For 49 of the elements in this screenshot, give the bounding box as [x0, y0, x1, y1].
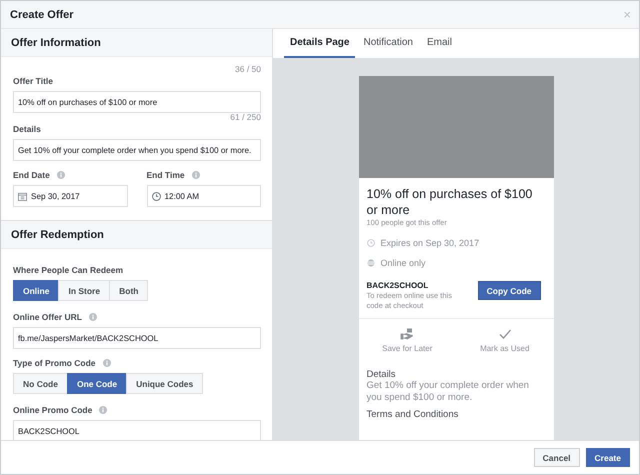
checkmark-icon	[498, 328, 512, 340]
info-icon[interactable]	[56, 171, 65, 179]
field-label: Where People Can Redeem	[13, 265, 124, 275]
tab[interactable]: Notification	[357, 29, 419, 58]
terms-heading: Terms and Conditions	[366, 409, 460, 420]
promo-code: BACK2SCHOOL	[366, 281, 430, 290]
segment-button[interactable]: Unique Codes	[126, 373, 204, 394]
expiry-text: Expires on Sep 30, 2017	[380, 238, 480, 248]
section-title: Offer Information	[11, 36, 101, 48]
field-label: End Time	[146, 170, 185, 180]
field-label: Online Promo Code	[13, 405, 92, 415]
field-label: Details	[13, 124, 42, 134]
url-field[interactable]: fb.me/JaspersMarket/BACK2SCHOOL	[13, 327, 261, 349]
footer-button[interactable]: Cancel	[534, 448, 580, 467]
info-icon[interactable]	[102, 359, 110, 367]
field-label: End Date	[13, 170, 50, 180]
date-value: Sep 30, 2017	[31, 192, 80, 200]
time-value: 12:00 AM	[164, 192, 200, 200]
info-icon[interactable]	[99, 406, 108, 414]
segment-button[interactable]: In Store	[58, 280, 110, 301]
copy-code-button[interactable]: Copy Code	[478, 281, 540, 300]
segment-button[interactable]: Online	[13, 280, 60, 301]
details-text: Get 10% off your complete order when you spend $100 or more.	[366, 380, 530, 404]
calendar-icon	[18, 192, 27, 200]
clock-icon	[366, 239, 374, 247]
window-title: Create Offer	[10, 8, 74, 20]
segment-button[interactable]: One Code	[66, 373, 128, 394]
details-heading: Details	[366, 369, 397, 380]
tab[interactable]: Email	[420, 29, 458, 58]
availability-text: Online only	[380, 258, 426, 268]
segment-button[interactable]: No Code	[13, 373, 68, 394]
footer-button[interactable]: Create	[586, 448, 630, 467]
globe-icon	[366, 259, 374, 267]
end-time-field[interactable]: 12:00 AM	[146, 185, 261, 207]
offer-title-field[interactable]: 10% off on purchases of $100 or more	[13, 91, 261, 113]
character-counter: 61 / 250	[229, 113, 261, 122]
clock-icon	[152, 192, 160, 200]
field-label: Type of Promo Code	[13, 358, 96, 368]
end-date-field[interactable]: Sep 30, 2017	[13, 185, 128, 207]
info-icon[interactable]	[192, 171, 200, 179]
segment-button[interactable]: Both	[109, 280, 148, 301]
character-counter: 36 / 50	[234, 65, 261, 74]
field-label: Offer Title	[13, 76, 54, 86]
section-title: Offer Redemption	[11, 228, 104, 240]
hand-icon	[400, 328, 414, 340]
info-icon[interactable]	[88, 313, 97, 321]
field-label: Online Offer URL	[13, 312, 82, 322]
details-field[interactable]: Get 10% off your complete order when you spend $100 or more.	[13, 139, 261, 161]
offer-title: 10% off on purchases of $100 or more	[366, 186, 534, 218]
